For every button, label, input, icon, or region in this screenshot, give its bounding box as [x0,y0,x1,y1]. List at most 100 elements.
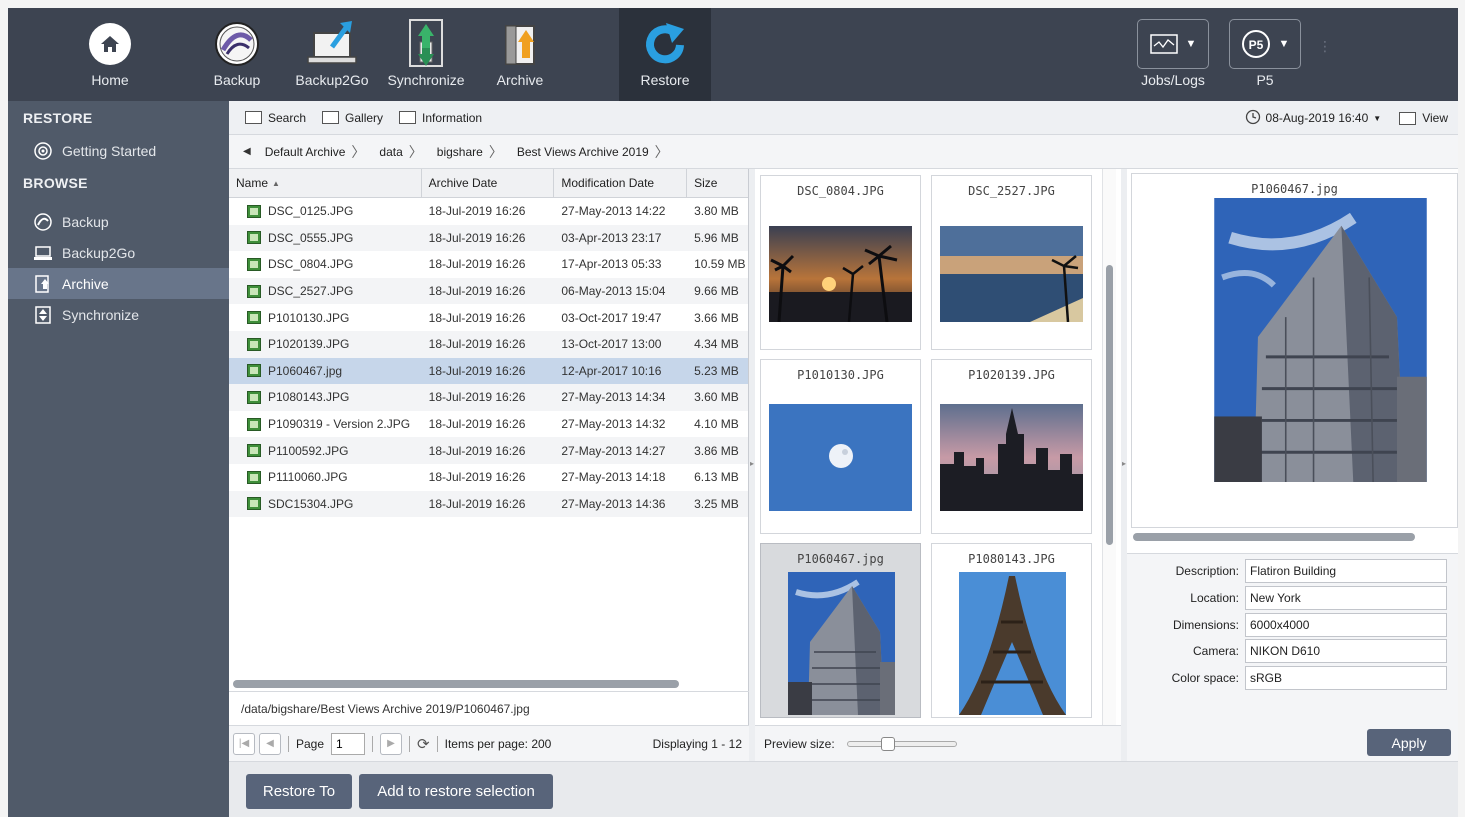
image-file-icon [247,311,261,325]
gallery-tile-selected[interactable]: P1060467.jpg [760,543,921,718]
file-name-cell: P1110060.JPG [229,464,422,491]
add-to-restore-selection-button[interactable]: Add to restore selection [359,774,553,809]
gallery-scrollbar-thumb[interactable] [1106,265,1113,545]
next-page-button[interactable]: ▶ [380,732,403,755]
archive-icon [498,18,542,70]
sidebar-item-archive[interactable]: Archive [8,268,229,299]
tropical-sunset-thumbnail [769,226,912,322]
gallery-tile[interactable]: DSC_2527.JPG [931,175,1092,350]
chevron-down-icon: ▼ [1278,38,1290,50]
modification-date-cell: 06-May-2013 15:04 [561,284,666,299]
image-file-icon [247,284,261,298]
table-row-selected[interactable]: P1060467.jpg 18-Jul-2019 16:26 12-Apr-2017… [229,357,748,385]
toolbar-backup2go-button[interactable]: Backup2Go [292,8,372,101]
horizontal-scrollbar[interactable] [233,680,679,688]
gallery-tile[interactable]: DSC_0804.JPG [760,175,921,350]
sidebar-item-synchronize[interactable]: Synchronize [8,299,229,330]
p5-dropdown[interactable]: P5 ▼ [1229,19,1301,69]
gallery-tile[interactable]: P1020139.JPG [931,359,1092,534]
sidebar-item-backup[interactable]: Backup [8,206,229,237]
breadcrumb-item[interactable]: Default Archive 〉 [265,142,366,162]
camera-field[interactable]: NIKON D610 [1245,639,1447,663]
dimensions-field[interactable]: 6000x4000 [1245,613,1447,637]
size-cell: 6.13 MB [694,470,739,485]
column-modification-date-header[interactable]: Modification Date [554,169,688,197]
sidebar-item-label: Backup [62,213,109,230]
previous-page-button[interactable]: ◀ [259,732,281,755]
displaying-range: Displaying 1 - 12 [652,736,742,751]
backup-icon [213,18,261,70]
column-size-header[interactable]: Size [687,169,748,197]
breadcrumb-item[interactable]: Best Views Archive 2019 〉 [517,142,669,162]
slider-handle[interactable] [881,736,896,751]
file-name-cell: DSC_2527.JPG [229,278,422,305]
table-row[interactable]: P1020139.JPG 18-Jul-2019 16:26 13-Oct-2017… [229,330,748,358]
table-row[interactable]: P1010130.JPG 18-Jul-2019 16:26 03-Oct-2017… [229,304,748,331]
app-window: Home Backup Backup2Go Synchronize Archiv… [8,8,1458,817]
snapshot-date-dropdown[interactable]: 08-Aug-2019 16:40 ▼ [1245,109,1381,128]
gallery-tile-name: P1010130.JPG [797,368,884,382]
table-row[interactable]: P1090319 - Version 2.JPG 18-Jul-2019 16:2… [229,411,748,438]
p5-server-icon: P5 [1241,30,1270,58]
modification-date-cell: 27-May-2013 14:32 [561,417,666,432]
search-button[interactable]: Search [245,111,306,125]
table-row[interactable]: P1100592.JPG 18-Jul-2019 16:26 27-May-2013… [229,437,748,464]
breadcrumb-item[interactable]: data 〉 [379,142,422,162]
toolbar-backup-button[interactable]: Backup [202,8,272,101]
image-file-icon [247,231,261,245]
gallery-tile[interactable]: P1080143.JPG [931,543,1092,718]
jobs-logs-dropdown[interactable]: ▼ [1137,19,1209,69]
gallery-button[interactable]: Gallery [322,111,383,125]
toolbar-p5-button[interactable]: P5 ▼ P5 [1228,8,1302,101]
apply-button[interactable]: Apply [1367,729,1451,756]
column-archive-date-header[interactable]: Archive Date [422,169,555,197]
preview-size-label: Preview size: [764,736,835,751]
toolbar-restore-button[interactable]: Restore [619,8,711,101]
collapse-handle-icon: ▸ [750,459,755,468]
preview-scrollbar[interactable] [1133,533,1415,541]
sidebar: RESTORE Getting Started BROWSE Backup Ba… [8,101,229,817]
refresh-icon[interactable]: ⟳ [417,735,430,753]
breadcrumb-item[interactable]: bigshare 〉 [437,142,503,162]
table-row[interactable]: DSC_0125.JPG 18-Jul-2019 16:26 27-May-2013… [229,198,748,225]
size-cell: 10.59 MB [694,257,746,272]
metadata-row: Location: New York [1127,586,1458,610]
view-button[interactable]: View [1399,111,1448,125]
table-row[interactable]: DSC_0555.JPG 18-Jul-2019 16:26 03-Apr-2013… [229,224,748,252]
modification-date-cell: 27-May-2013 14:34 [561,390,666,405]
preview-size-slider[interactable] [846,736,957,751]
location-field[interactable]: New York [1245,586,1447,610]
gallery-tile-name: DSC_2527.JPG [968,184,1055,198]
toolbar-synchronize-button[interactable]: Synchronize [386,8,466,101]
description-field[interactable]: Flatiron Building [1245,559,1447,583]
gallery-icon [322,111,340,124]
page-number-input[interactable] [331,732,366,755]
toolbar-home-button[interactable]: Home [70,8,150,101]
table-row[interactable]: SDC15304.JPG 18-Jul-2019 16:26 27-May-2013… [229,490,748,518]
image-file-icon [247,204,261,218]
toolbar-archive-button[interactable]: Archive [480,8,560,101]
restore-to-button[interactable]: Restore To [246,774,352,809]
table-row[interactable]: P1110060.JPG 18-Jul-2019 16:26 27-May-2013… [229,464,748,491]
sidebar-item-getting-started[interactable]: Getting Started [8,135,229,166]
file-name-cell: P1010130.JPG [229,304,422,331]
table-row[interactable]: DSC_2527.JPG 18-Jul-2019 16:26 06-May-2013… [229,277,748,305]
gallery-tile-name: DSC_0804.JPG [797,184,884,198]
column-name-header[interactable]: Name ▲ [229,169,422,197]
selected-path: /data/bigshare/Best Views Archive 2019/P… [229,691,749,725]
first-page-button[interactable]: |◀ [233,732,255,755]
table-header: Name ▲ Archive Date Modification Date Siz… [229,169,748,198]
dimensions-label: Dimensions: [1172,618,1239,632]
table-row[interactable]: P1080143.JPG 18-Jul-2019 16:26 27-May-2013… [229,384,748,411]
gallery-tile[interactable]: P1010130.JPG [760,359,921,534]
size-cell: 4.34 MB [694,337,739,352]
table-row[interactable]: DSC_0804.JPG 18-Jul-2019 16:26 17-Apr-2013… [229,251,748,278]
information-button[interactable]: Information [399,111,482,125]
information-icon [399,111,417,124]
toolbar-jobs-logs-button[interactable]: ▼ Jobs/Logs [1136,8,1210,101]
sidebar-item-backup2go[interactable]: Backup2Go [8,237,229,268]
color-space-field[interactable]: sRGB [1245,666,1447,690]
back-arrow-icon[interactable]: ◀ [243,146,251,157]
toolbar-drag-handle[interactable]: ⋮ [1318,38,1332,55]
flatiron-building-preview [1214,198,1427,482]
